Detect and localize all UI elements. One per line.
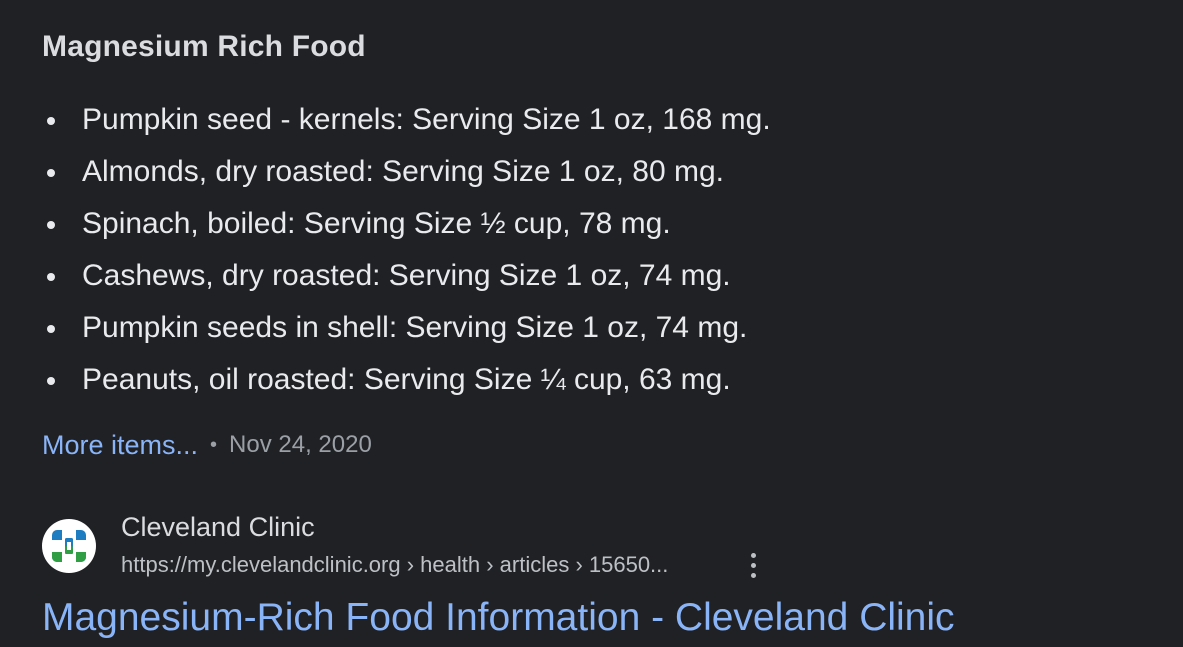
list-item-text: Cashews, dry roasted: Serving Size 1 oz,… bbox=[82, 259, 731, 292]
search-results-page: Magnesium Rich Food Pumpkin seed - kerne… bbox=[0, 0, 1183, 647]
bullet-icon bbox=[47, 169, 55, 177]
result-source[interactable]: Cleveland Clinic https://my.clevelandcli… bbox=[42, 510, 802, 585]
cleveland-clinic-logo-icon bbox=[42, 519, 96, 573]
snippet-date: Nov 24, 2020 bbox=[229, 431, 372, 458]
list-item-text: Peanuts, oil roasted: Serving Size ¼ cup… bbox=[82, 363, 731, 396]
list-item-text: Pumpkin seed - kernels: Serving Size 1 o… bbox=[82, 103, 771, 136]
list-item: Pumpkin seeds in shell: Serving Size 1 o… bbox=[42, 302, 771, 354]
list-item-text: Pumpkin seeds in shell: Serving Size 1 o… bbox=[82, 311, 748, 344]
site-url-breadcrumb: https://my.clevelandclinic.org › health … bbox=[121, 552, 669, 577]
cleveland-clinic-logo-svg bbox=[52, 530, 86, 562]
list-item: Almonds, dry roasted: Serving Size 1 oz,… bbox=[42, 146, 771, 198]
separator-dot: • bbox=[210, 433, 218, 456]
list-item: Pumpkin seed - kernels: Serving Size 1 o… bbox=[42, 94, 771, 146]
list-item: Spinach, boiled: Serving Size ½ cup, 78 … bbox=[42, 198, 771, 250]
bullet-icon bbox=[47, 273, 55, 281]
list-item: Cashews, dry roasted: Serving Size 1 oz,… bbox=[42, 250, 771, 302]
result-title-link[interactable]: Magnesium-Rich Food Information - Clevel… bbox=[42, 596, 955, 640]
food-list: Pumpkin seed - kernels: Serving Size 1 o… bbox=[42, 94, 771, 406]
bullet-icon bbox=[47, 325, 55, 333]
list-item-text: Spinach, boiled: Serving Size ½ cup, 78 … bbox=[82, 207, 671, 240]
bullet-icon bbox=[47, 377, 55, 385]
more-items-link[interactable]: More items... bbox=[42, 430, 198, 461]
bullet-icon bbox=[47, 117, 55, 125]
site-name: Cleveland Clinic bbox=[121, 512, 315, 542]
more-options-icon[interactable] bbox=[742, 551, 764, 581]
list-item: Peanuts, oil roasted: Serving Size ¼ cup… bbox=[42, 354, 771, 406]
list-item-text: Almonds, dry roasted: Serving Size 1 oz,… bbox=[82, 155, 724, 188]
snippet-meta: More items... • Nov 24, 2020 bbox=[42, 427, 372, 463]
bullet-icon bbox=[47, 221, 55, 229]
snippet-heading: Magnesium Rich Food bbox=[42, 30, 366, 63]
